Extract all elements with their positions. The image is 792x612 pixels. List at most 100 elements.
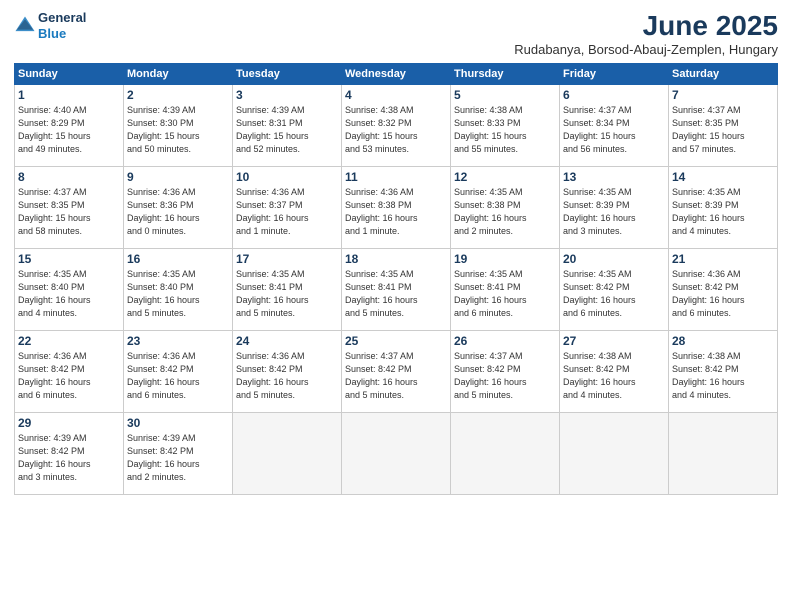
calendar-cell: 6 Sunrise: 4:37 AMSunset: 8:34 PMDaylight…: [560, 85, 669, 167]
calendar-cell: 26 Sunrise: 4:37 AMSunset: 8:42 PMDayligh…: [451, 331, 560, 413]
day-info: Sunrise: 4:39 AMSunset: 8:30 PMDaylight:…: [127, 104, 229, 156]
calendar-cell: 23Sunrise: 4:36 AMSunset: 8:42 PMDayligh…: [124, 331, 233, 413]
calendar-cell: 13Sunrise: 4:35 AMSunset: 8:39 PMDayligh…: [560, 167, 669, 249]
day-number: 26: [454, 334, 556, 348]
calendar-header: SundayMondayTuesdayWednesdayThursdayFrid…: [15, 64, 778, 85]
calendar-week-4: 22 Sunrise: 4:36 AMSunset: 8:42 PMDayligh…: [15, 331, 778, 413]
calendar-cell: 27 Sunrise: 4:38 AMSunset: 8:42 PMDayligh…: [560, 331, 669, 413]
day-info: Sunrise: 4:38 AMSunset: 8:42 PMDaylight:…: [563, 350, 665, 402]
calendar-cell: 1 Sunrise: 4:40 AMSunset: 8:29 PMDaylight…: [15, 85, 124, 167]
calendar-cell: 28 Sunrise: 4:38 AMSunset: 8:42 PMDayligh…: [669, 331, 778, 413]
day-info: Sunrise: 4:36 AMSunset: 8:42 PMDaylight:…: [236, 350, 338, 402]
logo-icon: [14, 15, 36, 37]
day-info: Sunrise: 4:39 AMSunset: 8:31 PMDaylight:…: [236, 104, 338, 156]
calendar-cell: 5Sunrise: 4:38 AMSunset: 8:33 PMDaylight…: [451, 85, 560, 167]
day-number: 11: [345, 170, 447, 184]
header: General Blue June 2025 Rudabanya, Borsod…: [14, 10, 778, 57]
day-number: 7: [672, 88, 774, 102]
day-info: Sunrise: 4:36 AMSunset: 8:36 PMDaylight:…: [127, 186, 229, 238]
day-number: 2: [127, 88, 229, 102]
day-number: 20: [563, 252, 665, 266]
day-number: 28: [672, 334, 774, 348]
day-number: 18: [345, 252, 447, 266]
day-number: 1: [18, 88, 120, 102]
calendar-cell: 18 Sunrise: 4:35 AMSunset: 8:41 PMDayligh…: [342, 249, 451, 331]
day-number: 13: [563, 170, 665, 184]
calendar-cell: 19Sunrise: 4:35 AMSunset: 8:41 PMDayligh…: [451, 249, 560, 331]
day-info: Sunrise: 4:36 AMSunset: 8:42 PMDaylight:…: [672, 268, 774, 320]
calendar-cell: [233, 413, 342, 495]
calendar-week-5: 29 Sunrise: 4:39 AMSunset: 8:42 PMDayligh…: [15, 413, 778, 495]
day-info: Sunrise: 4:35 AMSunset: 8:41 PMDaylight:…: [236, 268, 338, 320]
day-info: Sunrise: 4:35 AMSunset: 8:40 PMDaylight:…: [18, 268, 120, 320]
day-info: Sunrise: 4:36 AMSunset: 8:42 PMDaylight:…: [18, 350, 120, 402]
day-number: 3: [236, 88, 338, 102]
calendar-cell: 29 Sunrise: 4:39 AMSunset: 8:42 PMDayligh…: [15, 413, 124, 495]
calendar-cell: 10 Sunrise: 4:36 AMSunset: 8:37 PMDayligh…: [233, 167, 342, 249]
calendar-cell: 4Sunrise: 4:38 AMSunset: 8:32 PMDaylight…: [342, 85, 451, 167]
day-number: 21: [672, 252, 774, 266]
calendar-cell: 22 Sunrise: 4:36 AMSunset: 8:42 PMDayligh…: [15, 331, 124, 413]
weekday-header-monday: Monday: [124, 64, 233, 85]
calendar-cell: 2 Sunrise: 4:39 AMSunset: 8:30 PMDaylight…: [124, 85, 233, 167]
calendar-cell: 17Sunrise: 4:35 AMSunset: 8:41 PMDayligh…: [233, 249, 342, 331]
day-info: Sunrise: 4:39 AMSunset: 8:42 PMDaylight:…: [18, 432, 120, 484]
day-number: 29: [18, 416, 120, 430]
day-number: 16: [127, 252, 229, 266]
calendar-cell: 8 Sunrise: 4:37 AMSunset: 8:35 PMDaylight…: [15, 167, 124, 249]
day-info: Sunrise: 4:38 AMSunset: 8:33 PMDaylight:…: [454, 104, 556, 156]
calendar-body: 1 Sunrise: 4:40 AMSunset: 8:29 PMDaylight…: [15, 85, 778, 495]
calendar-cell: 20Sunrise: 4:35 AMSunset: 8:42 PMDayligh…: [560, 249, 669, 331]
day-number: 9: [127, 170, 229, 184]
day-info: Sunrise: 4:38 AMSunset: 8:32 PMDaylight:…: [345, 104, 447, 156]
day-info: Sunrise: 4:37 AMSunset: 8:35 PMDaylight:…: [18, 186, 120, 238]
day-info: Sunrise: 4:35 AMSunset: 8:41 PMDaylight:…: [454, 268, 556, 320]
calendar-cell: 7 Sunrise: 4:37 AMSunset: 8:35 PMDaylight…: [669, 85, 778, 167]
day-number: 22: [18, 334, 120, 348]
day-info: Sunrise: 4:35 AMSunset: 8:39 PMDaylight:…: [672, 186, 774, 238]
day-number: 8: [18, 170, 120, 184]
day-info: Sunrise: 4:37 AMSunset: 8:34 PMDaylight:…: [563, 104, 665, 156]
weekday-header-tuesday: Tuesday: [233, 64, 342, 85]
logo: General Blue: [14, 10, 86, 41]
weekday-header-wednesday: Wednesday: [342, 64, 451, 85]
weekday-header-sunday: Sunday: [15, 64, 124, 85]
day-number: 25: [345, 334, 447, 348]
day-info: Sunrise: 4:35 AMSunset: 8:38 PMDaylight:…: [454, 186, 556, 238]
day-info: Sunrise: 4:39 AMSunset: 8:42 PMDaylight:…: [127, 432, 229, 484]
day-number: 10: [236, 170, 338, 184]
day-info: Sunrise: 4:35 AMSunset: 8:41 PMDaylight:…: [345, 268, 447, 320]
calendar-cell: 25Sunrise: 4:37 AMSunset: 8:42 PMDayligh…: [342, 331, 451, 413]
calendar-cell: [342, 413, 451, 495]
day-info: Sunrise: 4:40 AMSunset: 8:29 PMDaylight:…: [18, 104, 120, 156]
calendar-cell: 16 Sunrise: 4:35 AMSunset: 8:40 PMDayligh…: [124, 249, 233, 331]
calendar-week-3: 15Sunrise: 4:35 AMSunset: 8:40 PMDayligh…: [15, 249, 778, 331]
calendar-cell: 24 Sunrise: 4:36 AMSunset: 8:42 PMDayligh…: [233, 331, 342, 413]
day-info: Sunrise: 4:37 AMSunset: 8:42 PMDaylight:…: [454, 350, 556, 402]
calendar-week-1: 1 Sunrise: 4:40 AMSunset: 8:29 PMDaylight…: [15, 85, 778, 167]
day-number: 6: [563, 88, 665, 102]
day-info: Sunrise: 4:36 AMSunset: 8:38 PMDaylight:…: [345, 186, 447, 238]
calendar-cell: 14Sunrise: 4:35 AMSunset: 8:39 PMDayligh…: [669, 167, 778, 249]
calendar-cell: 9 Sunrise: 4:36 AMSunset: 8:36 PMDaylight…: [124, 167, 233, 249]
day-info: Sunrise: 4:37 AMSunset: 8:35 PMDaylight:…: [672, 104, 774, 156]
calendar-cell: 21 Sunrise: 4:36 AMSunset: 8:42 PMDayligh…: [669, 249, 778, 331]
day-info: Sunrise: 4:36 AMSunset: 8:37 PMDaylight:…: [236, 186, 338, 238]
calendar-cell: [560, 413, 669, 495]
day-number: 30: [127, 416, 229, 430]
month-title: June 2025: [514, 10, 778, 42]
weekday-header-row: SundayMondayTuesdayWednesdayThursdayFrid…: [15, 64, 778, 85]
calendar-table: SundayMondayTuesdayWednesdayThursdayFrid…: [14, 63, 778, 495]
page: General Blue June 2025 Rudabanya, Borsod…: [0, 0, 792, 612]
location: Rudabanya, Borsod-Abauj-Zemplen, Hungary: [514, 42, 778, 57]
day-number: 24: [236, 334, 338, 348]
day-info: Sunrise: 4:38 AMSunset: 8:42 PMDaylight:…: [672, 350, 774, 402]
day-number: 23: [127, 334, 229, 348]
weekday-header-thursday: Thursday: [451, 64, 560, 85]
day-info: Sunrise: 4:35 AMSunset: 8:40 PMDaylight:…: [127, 268, 229, 320]
day-number: 27: [563, 334, 665, 348]
weekday-header-friday: Friday: [560, 64, 669, 85]
day-number: 12: [454, 170, 556, 184]
calendar-cell: 30 Sunrise: 4:39 AMSunset: 8:42 PMDayligh…: [124, 413, 233, 495]
calendar-cell: 11 Sunrise: 4:36 AMSunset: 8:38 PMDayligh…: [342, 167, 451, 249]
